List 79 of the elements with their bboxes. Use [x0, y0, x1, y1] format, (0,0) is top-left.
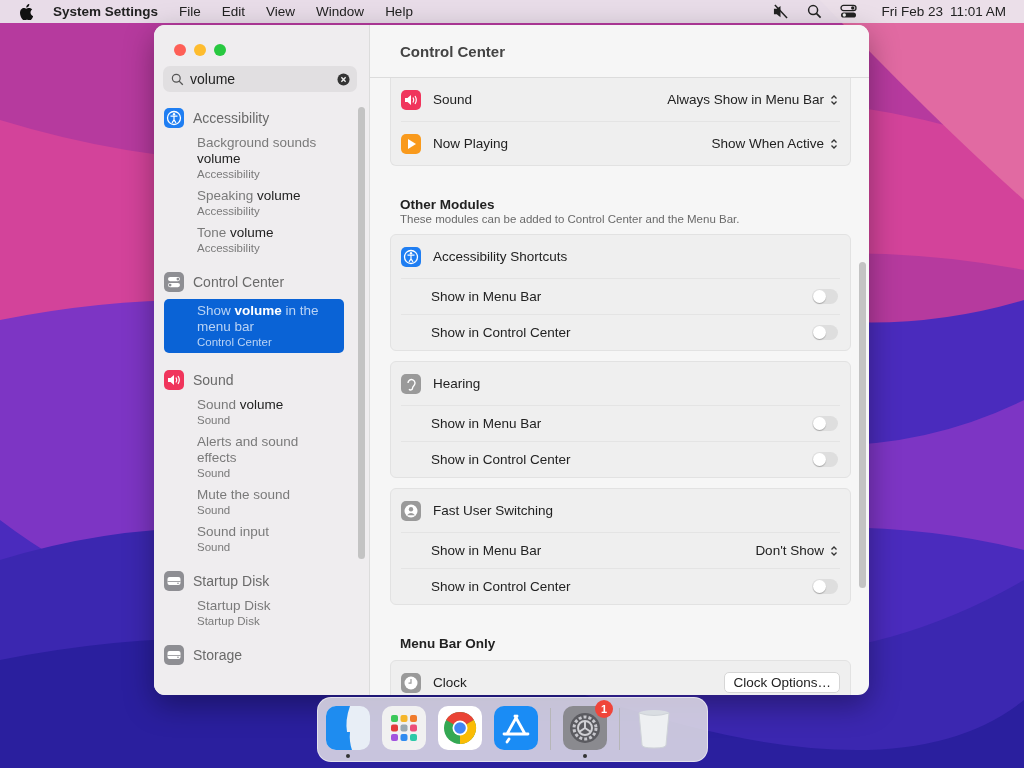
toggle-switch[interactable] [812, 325, 838, 340]
toggle-switch[interactable] [812, 416, 838, 431]
toggle-switch[interactable] [812, 579, 838, 594]
toggles-icon [164, 272, 184, 292]
chevron-icon [830, 544, 838, 557]
section-description: These modules can be added to Control Center and the Menu Bar. [400, 213, 741, 225]
section-heading: Other Modules [400, 197, 496, 212]
strokes-icon[interactable] [494, 706, 538, 750]
clock-icon [401, 672, 421, 693]
search-icon[interactable] [806, 4, 824, 19]
apple-logo-icon[interactable] [19, 3, 33, 20]
search-result[interactable]: Show volume in the menu bar Control Center [164, 299, 344, 353]
setting-label: Sound [433, 92, 473, 107]
search-result[interactable]: Mute the sound Sound [164, 487, 344, 517]
setting-label: Show in Menu Bar [431, 416, 542, 431]
search-field[interactable]: volume [163, 66, 357, 92]
menu-item[interactable]: File [179, 4, 201, 19]
app-menu[interactable]: System Settings [53, 4, 159, 19]
popup-button[interactable]: Show When Active [711, 136, 840, 151]
drive-icon [164, 571, 184, 591]
setting-label: Clock [433, 675, 467, 690]
menu-bar-date[interactable]: Fri Feb 23 [881, 4, 943, 19]
minimize-button[interactable] [194, 44, 206, 56]
speaker-icon [401, 89, 421, 110]
app-grid-icon[interactable] [382, 706, 426, 750]
colored-ring-icon[interactable] [438, 706, 482, 750]
setting-label: Fast User Switching [433, 503, 554, 518]
popup-button[interactable]: Don't Show [755, 543, 840, 558]
menu-bar-time[interactable]: 11:01 AM [949, 4, 1006, 19]
search-result[interactable]: Sound input Sound [164, 524, 344, 554]
ear-icon [401, 373, 421, 394]
toggles-icon[interactable] [840, 4, 858, 19]
user-icon [401, 500, 421, 521]
menu-item[interactable]: Edit [221, 4, 246, 19]
drive-icon [164, 645, 184, 665]
setting-label: Show in Menu Bar [431, 289, 542, 304]
setting-label: Show in Menu Bar [431, 543, 542, 558]
muted-speaker-icon[interactable] [772, 4, 790, 19]
search-result[interactable]: Background sounds volume Accessibility [164, 135, 344, 181]
scrollbar-thumb[interactable] [358, 107, 365, 559]
menu-item[interactable]: Help [385, 4, 413, 19]
zoom-button[interactable] [214, 44, 226, 56]
chevron-icon [830, 93, 838, 106]
search-result[interactable]: Tone volume Accessibility [164, 225, 344, 255]
search-result[interactable]: Speaking volume Accessibility [164, 188, 344, 218]
category-heading[interactable]: Startup Disk [193, 573, 270, 589]
category-heading[interactable]: Sound [193, 372, 234, 388]
person-icon [401, 246, 421, 267]
person-icon [164, 108, 184, 128]
menu-item[interactable]: Window [316, 4, 365, 19]
setting-label: Hearing [433, 376, 481, 391]
setting-label: Now Playing [433, 136, 509, 151]
toggle-switch[interactable] [812, 289, 838, 304]
section-heading: Menu Bar Only [400, 636, 497, 651]
setting-label: Show in Control Center [431, 325, 571, 340]
category-heading[interactable]: Control Center [193, 274, 285, 290]
category-heading[interactable]: Storage [193, 647, 243, 663]
scrollbar-thumb[interactable] [859, 262, 866, 588]
split-tile-icon[interactable] [326, 706, 370, 750]
search-result[interactable]: Alerts and sound effects Sound [164, 434, 344, 480]
play-icon [401, 133, 421, 154]
category-heading[interactable]: Accessibility [193, 110, 270, 126]
close-button[interactable] [174, 44, 186, 56]
speaker-icon [164, 370, 184, 390]
setting-label: Show in Control Center [431, 579, 571, 594]
setting-label: Show in Control Center [431, 452, 571, 467]
setting-label: Accessibility Shortcuts [433, 249, 568, 264]
popup-button[interactable]: Always Show in Menu Bar [667, 92, 840, 107]
toggle-switch[interactable] [812, 452, 838, 467]
notification-badge: 1 [595, 700, 613, 718]
search-result[interactable]: Sound volume Sound [164, 397, 344, 427]
menu-item[interactable]: View [266, 4, 296, 19]
window-title: Control Center [400, 42, 505, 60]
search-result[interactable]: Startup Disk Startup Disk [164, 598, 344, 628]
search-icon [171, 72, 184, 86]
options-button[interactable]: Clock Options… [724, 672, 840, 693]
gear-icon[interactable] [563, 706, 607, 750]
clear-button[interactable] [337, 72, 350, 86]
chevron-icon [830, 137, 838, 150]
